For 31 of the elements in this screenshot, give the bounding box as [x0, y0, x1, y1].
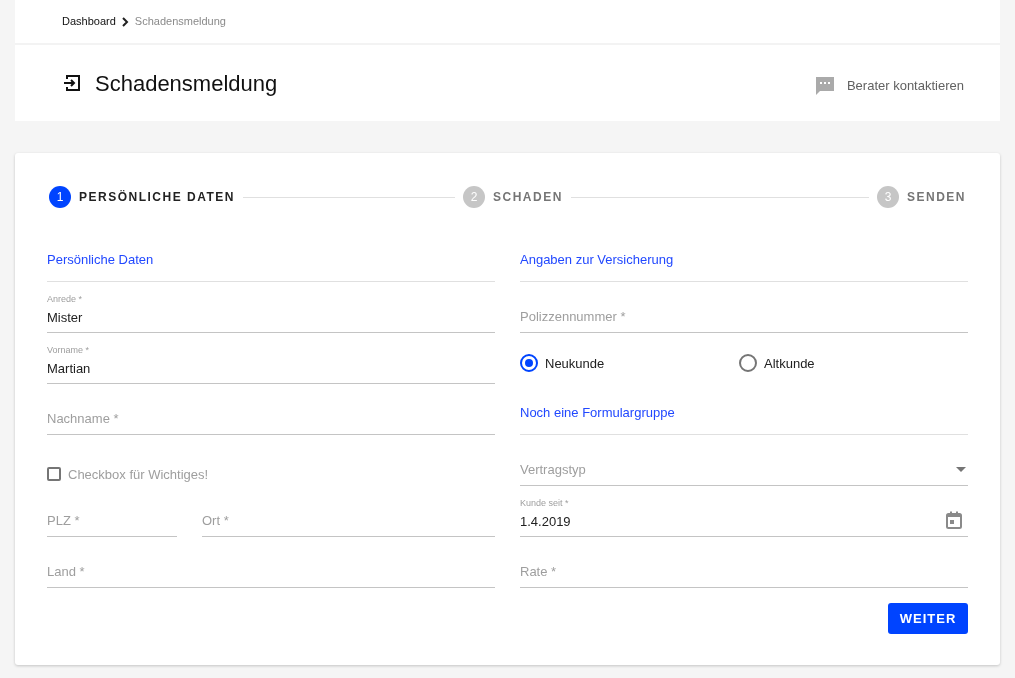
text-field[interactable]: Polizzennummer *: [520, 306, 968, 333]
radio-option[interactable]: Altkunde: [739, 353, 958, 373]
next-button[interactable]: WEITER: [888, 603, 968, 634]
section-heading: Persönliche Daten: [47, 249, 495, 282]
text-field[interactable]: Martian: [47, 361, 495, 384]
step-number[interactable]: 1: [49, 186, 71, 208]
breadcrumb-link[interactable]: Schadensmeldung: [134, 13, 226, 30]
step-label[interactable]: SCHADEN: [493, 188, 563, 206]
text-field[interactable]: PLZ *: [47, 510, 177, 537]
text-field[interactable]: Mister: [47, 310, 495, 333]
dropdown-caret-icon: [956, 466, 966, 472]
field-label: Kunde seit *: [520, 498, 569, 509]
login-icon: [64, 75, 81, 91]
field-label: Vorname *: [47, 345, 90, 356]
chevron-right-icon: [121, 16, 129, 27]
text-field[interactable]: Land *: [47, 561, 495, 588]
date-field[interactable]: 1.4.2019: [520, 514, 968, 537]
text-field[interactable]: Rate *: [520, 561, 968, 588]
text-field[interactable]: Nachname *: [47, 408, 495, 435]
breadcrumb-link[interactable]: Dashboard: [62, 13, 116, 30]
page-title: Schadensmeldung: [95, 69, 279, 98]
step-label[interactable]: SENDEN: [907, 188, 966, 206]
section-heading: Noch eine Formulargruppe: [520, 402, 968, 435]
contact-advisor-button[interactable]: Berater kontaktieren: [814, 76, 964, 96]
chat-icon: [814, 76, 835, 96]
field-label: Anrede *: [47, 294, 83, 305]
text-field[interactable]: Ort *: [202, 510, 495, 537]
calendar-icon[interactable]: [946, 511, 962, 529]
section-heading: Angaben zur Versicherung: [520, 249, 968, 282]
step-label[interactable]: PERSÖNLICHE DATEN: [79, 188, 235, 206]
radio-option[interactable]: Neukunde: [520, 353, 739, 373]
